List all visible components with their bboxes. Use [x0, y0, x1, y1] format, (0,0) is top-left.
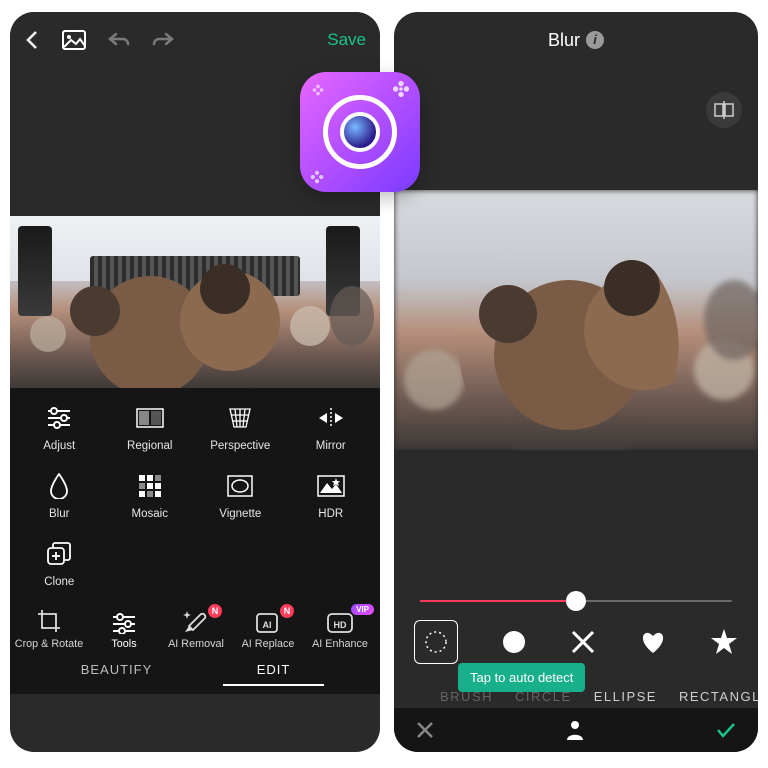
blur-canvas[interactable] — [394, 190, 758, 450]
bottom-label: AI Replace — [242, 638, 295, 650]
tool-vignette[interactable]: Vignette — [195, 470, 286, 520]
blur-header: Blur i — [394, 12, 758, 68]
shape-circle[interactable] — [501, 629, 527, 655]
tool-clone[interactable]: Clone — [14, 538, 105, 588]
tool-regional[interactable]: Regional — [105, 402, 196, 452]
tool-label: Vignette — [219, 508, 261, 520]
clone-icon — [43, 538, 75, 570]
app-icon — [300, 72, 420, 192]
blur-modes: BRUSH CIRCLE ELLIPSE RECTANGLE — [394, 689, 758, 704]
toolbar: Save — [10, 12, 380, 68]
blur-title: Blur — [548, 30, 580, 51]
mode-rectangle[interactable]: RECTANGLE — [679, 689, 758, 704]
mode-tabs: BEAUTIFY EDIT — [10, 652, 380, 694]
bottom-toolbar: Crop & Rotate Tools N AI Removal N AI AI… — [10, 594, 380, 652]
svg-text:AI: AI — [263, 620, 272, 630]
redo-icon[interactable] — [152, 31, 174, 49]
back-icon[interactable] — [24, 30, 40, 50]
svg-text:HD: HD — [334, 620, 347, 630]
bottom-ai-replace[interactable]: N AI AI Replace — [232, 610, 304, 650]
mode-circle[interactable]: CIRCLE — [515, 689, 572, 704]
shape-heart[interactable] — [639, 629, 667, 655]
tool-label: Clone — [44, 576, 74, 588]
bottom-ai-enhance[interactable]: HD AI Enhance — [304, 612, 376, 650]
tool-label: Blur — [49, 508, 69, 520]
compare-icon[interactable] — [706, 92, 742, 128]
tool-blur[interactable]: Blur — [14, 470, 105, 520]
tab-edit[interactable]: EDIT — [195, 662, 352, 677]
new-badge: N — [208, 604, 222, 618]
drop-icon — [43, 470, 75, 502]
tools-grid: Adjust Regional Perspective Mirror Blur — [10, 388, 380, 594]
info-icon[interactable]: i — [586, 31, 604, 49]
sliders-icon — [43, 402, 75, 434]
tool-label: Perspective — [210, 440, 270, 452]
auto-detect-tooltip[interactable]: Tap to auto detect — [458, 663, 585, 692]
regional-icon — [134, 402, 166, 434]
new-badge: N — [280, 604, 294, 618]
blur-slider-zone — [394, 600, 758, 602]
tool-adjust[interactable]: Adjust — [14, 402, 105, 452]
vignette-icon — [224, 470, 256, 502]
tool-mirror[interactable]: Mirror — [286, 402, 377, 452]
bottom-crop-rotate[interactable]: Crop & Rotate — [10, 608, 88, 650]
mirror-icon — [315, 402, 347, 434]
confirm-icon[interactable] — [716, 722, 736, 738]
slider-knob[interactable] — [566, 591, 586, 611]
undo-icon[interactable] — [108, 31, 130, 49]
bottom-label: AI Removal — [168, 638, 224, 650]
mosaic-icon — [134, 470, 166, 502]
cancel-icon[interactable] — [416, 721, 434, 739]
blur-strength-slider[interactable] — [420, 600, 732, 602]
shape-star[interactable] — [710, 628, 738, 656]
bottom-label: Tools — [111, 638, 136, 650]
bottom-tools[interactable]: Tools — [88, 612, 160, 650]
hdr-icon — [315, 470, 347, 502]
tool-label: HDR — [318, 508, 343, 520]
tab-beautify[interactable]: BEAUTIFY — [38, 662, 195, 677]
save-button[interactable]: Save — [327, 30, 366, 50]
tool-perspective[interactable]: Perspective — [195, 402, 286, 452]
tool-label: Mosaic — [132, 508, 168, 520]
camera-lens-icon — [323, 95, 397, 169]
edit-canvas[interactable] — [10, 216, 380, 388]
tool-mosaic[interactable]: Mosaic — [105, 470, 196, 520]
mode-brush[interactable]: BRUSH — [440, 689, 493, 704]
person-icon[interactable] — [566, 720, 584, 740]
tool-label: Adjust — [43, 440, 75, 452]
bottom-label: Crop & Rotate — [15, 638, 83, 650]
mode-ellipse[interactable]: ELLIPSE — [594, 689, 657, 704]
shape-cross[interactable] — [570, 629, 596, 655]
tool-label: Mirror — [316, 440, 346, 452]
shape-detect[interactable] — [414, 620, 458, 664]
bottom-effects[interactable]: Effe — [376, 612, 380, 650]
bottom-label: AI Enhance — [312, 638, 368, 650]
bottom-ai-removal[interactable]: N AI Removal — [160, 610, 232, 650]
blur-footer — [394, 708, 758, 752]
blur-screen: Blur i — [394, 12, 758, 752]
perspective-icon — [224, 402, 256, 434]
tool-hdr[interactable]: HDR — [286, 470, 377, 520]
tool-label: Regional — [127, 440, 172, 452]
blur-shapes — [394, 620, 758, 664]
image-icon[interactable] — [62, 30, 86, 50]
